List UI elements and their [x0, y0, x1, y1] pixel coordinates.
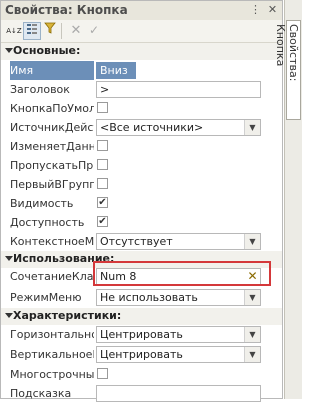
prop-visible-label: Видимость: [10, 197, 74, 210]
prop-context-menu-value: Отсутствует: [100, 235, 173, 248]
prop-row-default-button[interactable]: КнопкаПоУмолч: [1, 99, 282, 118]
prop-v-align-field[interactable]: Центрировать ▼: [96, 346, 261, 363]
multiline-checkbox[interactable]: [97, 368, 108, 379]
prop-context-menu-label: КонтекстноеМе: [10, 235, 94, 248]
section-main[interactable]: Основные:: [1, 43, 282, 60]
toolbar: A↓Z ✕ ✓: [1, 20, 282, 43]
sort-label: A↓Z: [6, 27, 22, 35]
prop-menu-mode-label: РежимМеню: [10, 291, 82, 304]
prop-name-value[interactable]: Вниз: [96, 62, 136, 79]
prop-row-multiline[interactable]: Многострочный: [1, 365, 282, 384]
default-button-checkbox[interactable]: [97, 102, 108, 113]
prop-multiline-label: Многострочный: [10, 368, 94, 381]
side-panel-tab[interactable]: Свойства: Кнопка: [274, 0, 302, 399]
section-characteristics[interactable]: Характеристики:: [1, 308, 282, 325]
toolbar-separator: [61, 23, 62, 39]
prop-row-v-align[interactable]: ВертикальноеП Центрировать ▼: [1, 345, 282, 364]
highlight-box: [93, 261, 271, 286]
prop-row-tooltip[interactable]: Подсказка: [1, 384, 282, 403]
check-icon[interactable]: ✓: [85, 22, 103, 40]
dropdown-arrow-icon[interactable]: ▼: [244, 347, 260, 362]
prop-h-align-label: Горизонтальное: [10, 328, 94, 341]
prop-row-name[interactable]: Имя Вниз: [1, 61, 282, 80]
prop-tooltip-label: Подсказка: [10, 387, 72, 400]
properties-window: Свойства: Кнопка ⋮ ✕ A↓Z ✕ ✓ Основные: И…: [0, 0, 283, 402]
collapse-icon: [5, 48, 13, 53]
prop-shortcut-label: СочетаниеКлав: [10, 270, 94, 283]
prop-row-changes[interactable]: ИзменяетДанн: [1, 137, 282, 156]
collapse-icon: [5, 313, 13, 318]
dropdown-arrow-icon[interactable]: ▼: [244, 120, 260, 135]
menu-icon[interactable]: ⋮: [248, 2, 263, 17]
filter-icon[interactable]: [41, 22, 59, 40]
prop-row-menu-mode[interactable]: РежимМеню Не использовать ▼: [1, 288, 282, 307]
prop-h-align-value: Центрировать: [100, 328, 183, 341]
section-main-label: Основные:: [13, 44, 81, 57]
changes-checkbox[interactable]: [97, 140, 108, 151]
prop-v-align-label: ВертикальноеП: [10, 348, 94, 361]
prop-row-context-menu[interactable]: КонтекстноеМе Отсутствует ▼: [1, 232, 282, 251]
prop-row-enabled[interactable]: Доступность ✔: [1, 213, 282, 232]
first-group-checkbox[interactable]: [97, 178, 108, 189]
skip-checkbox[interactable]: [97, 159, 108, 170]
prop-enabled-label: Доступность: [10, 216, 85, 229]
categorized-icon[interactable]: [23, 22, 41, 40]
dropdown-arrow-icon[interactable]: ▼: [244, 234, 260, 249]
prop-row-first-group[interactable]: ПервыйВГруппе: [1, 175, 282, 194]
prop-first-group-label: ПервыйВГруппе: [10, 178, 94, 191]
prop-source-label: ИсточникДейст: [10, 121, 94, 134]
prop-row-h-align[interactable]: Горизонтальное Центрировать ▼: [1, 325, 282, 344]
prop-row-source[interactable]: ИсточникДейст <Все источники> ▼: [1, 118, 282, 137]
title-bar: Свойства: Кнопка ⋮ ✕: [1, 1, 282, 21]
prop-header-label: Заголовок: [10, 83, 70, 96]
prop-skip-label: ПропускатьПри: [10, 159, 94, 172]
prop-v-align-value: Центрировать: [100, 348, 183, 361]
prop-source-field[interactable]: <Все источники> ▼: [96, 119, 261, 136]
section-characteristics-label: Характеристики:: [13, 309, 122, 322]
prop-changes-label: ИзменяетДанн: [10, 140, 94, 153]
visible-checkbox[interactable]: ✔: [97, 197, 108, 208]
window-title: Свойства: Кнопка: [5, 3, 128, 17]
prop-name-label: Имя: [10, 61, 94, 80]
delete-icon[interactable]: ✕: [67, 22, 85, 40]
prop-tooltip-value[interactable]: [96, 385, 261, 402]
prop-row-skip[interactable]: ПропускатьПри: [1, 156, 282, 175]
prop-header-value[interactable]: >: [96, 81, 261, 98]
dropdown-arrow-icon[interactable]: ▼: [244, 327, 260, 342]
prop-h-align-field[interactable]: Центрировать ▼: [96, 326, 261, 343]
collapse-icon: [5, 256, 13, 261]
prop-row-header[interactable]: Заголовок >: [1, 80, 282, 99]
prop-source-value: <Все источники>: [100, 121, 204, 134]
close-icon[interactable]: ✕: [265, 2, 280, 17]
sort-alpha-icon[interactable]: A↓Z: [5, 22, 23, 40]
dropdown-arrow-icon[interactable]: ▼: [244, 290, 260, 305]
prop-default-button-label: КнопкаПоУмолч: [10, 102, 94, 115]
prop-menu-mode-value: Не использовать: [100, 291, 198, 304]
prop-row-visible[interactable]: Видимость ✔: [1, 194, 282, 213]
prop-context-menu-field[interactable]: Отсутствует ▼: [96, 233, 261, 250]
side-tab-label[interactable]: Свойства: Кнопка: [274, 20, 301, 120]
enabled-checkbox[interactable]: ✔: [97, 216, 108, 227]
prop-menu-mode-field[interactable]: Не использовать ▼: [96, 289, 261, 306]
